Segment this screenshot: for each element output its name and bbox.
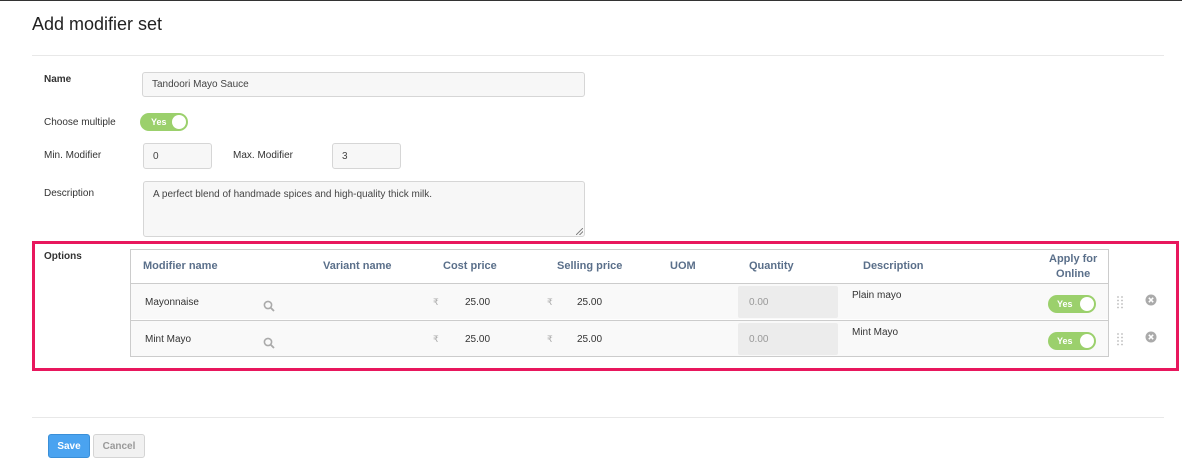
row-selling-price[interactable]: 25.00 <box>577 297 602 308</box>
max-modifier-input[interactable]: 3 <box>332 143 401 169</box>
min-modifier-input[interactable]: 0 <box>143 143 212 169</box>
row-description[interactable]: Mint Mayo <box>852 327 898 338</box>
toggle-label: Yes <box>1057 336 1073 346</box>
header-modifier-name: Modifier name <box>143 260 218 272</box>
max-modifier-label: Max. Modifier <box>233 150 294 161</box>
options-table: Modifier name Variant name Cost price Se… <box>130 249 1109 357</box>
choose-multiple-label: Choose multiple <box>44 117 116 128</box>
header-description: Description <box>863 260 924 272</box>
remove-icon[interactable] <box>1145 331 1157 343</box>
row-cost-price[interactable]: 25.00 <box>465 297 490 308</box>
min-modifier-label: Min. Modifier <box>44 150 102 161</box>
resize-grip-icon[interactable] <box>576 228 583 235</box>
cost-currency-symbol: ₹ <box>433 297 439 307</box>
name-input[interactable]: Tandoori Mayo Sauce <box>142 72 585 97</box>
selling-currency-symbol: ₹ <box>547 334 553 344</box>
header-divider <box>32 55 1164 56</box>
options-label: Options <box>44 251 82 262</box>
header-apply-online-line2: Online <box>1056 268 1091 280</box>
row-apply-online-toggle[interactable]: Yes <box>1048 295 1096 313</box>
table-row: Mint Mayo ₹ 25.00 ₹ 25.00 0.00 Mint Mayo… <box>131 321 1108 356</box>
description-label: Description <box>44 188 95 199</box>
row-modifier-name[interactable]: Mint Mayo <box>145 334 191 345</box>
header-variant-name: Variant name <box>323 260 392 272</box>
row-cost-price[interactable]: 25.00 <box>465 334 490 345</box>
row-modifier-name[interactable]: Mayonnaise <box>145 297 199 308</box>
footer-divider <box>32 417 1164 418</box>
header-cost-price: Cost price <box>443 260 497 272</box>
row-selling-price[interactable]: 25.00 <box>577 334 602 345</box>
description-textarea[interactable]: A perfect blend of handmade spices and h… <box>143 181 585 237</box>
search-icon[interactable] <box>263 300 275 312</box>
row-quantity-field[interactable]: 0.00 <box>738 286 838 318</box>
remove-icon[interactable] <box>1145 294 1157 306</box>
row-apply-online-toggle[interactable]: Yes <box>1048 332 1096 350</box>
description-text: A perfect blend of handmade spices and h… <box>153 189 433 200</box>
header-apply-online: Apply for Online <box>1049 252 1097 282</box>
row-quantity-field[interactable]: 0.00 <box>738 323 838 355</box>
header-apply-online-line1: Apply for <box>1049 253 1098 265</box>
toggle-knob <box>1080 334 1094 348</box>
choose-multiple-toggle[interactable]: Yes <box>140 113 188 131</box>
page-title: Add modifier set <box>32 14 163 34</box>
toggle-knob <box>1080 297 1094 311</box>
search-icon[interactable] <box>263 337 275 349</box>
selling-currency-symbol: ₹ <box>547 297 553 307</box>
row-description[interactable]: Plain mayo <box>852 290 901 301</box>
drag-handle-icon[interactable] <box>1116 295 1124 309</box>
toggle-label: Yes <box>151 117 167 127</box>
toggle-knob <box>172 115 186 129</box>
header-selling-price: Selling price <box>557 260 623 272</box>
table-row: Mayonnaise ₹ 25.00 ₹ 25.00 0.00 Plain ma… <box>131 284 1108 319</box>
cancel-button[interactable]: Cancel <box>93 434 145 458</box>
window-top-border <box>0 0 1182 1</box>
cost-currency-symbol: ₹ <box>433 334 439 344</box>
save-button[interactable]: Save <box>48 434 90 458</box>
header-uom: UOM <box>670 260 696 272</box>
name-label: Name <box>44 74 72 85</box>
header-quantity: Quantity <box>749 260 794 272</box>
toggle-label: Yes <box>1057 299 1073 309</box>
drag-handle-icon[interactable] <box>1116 332 1124 346</box>
